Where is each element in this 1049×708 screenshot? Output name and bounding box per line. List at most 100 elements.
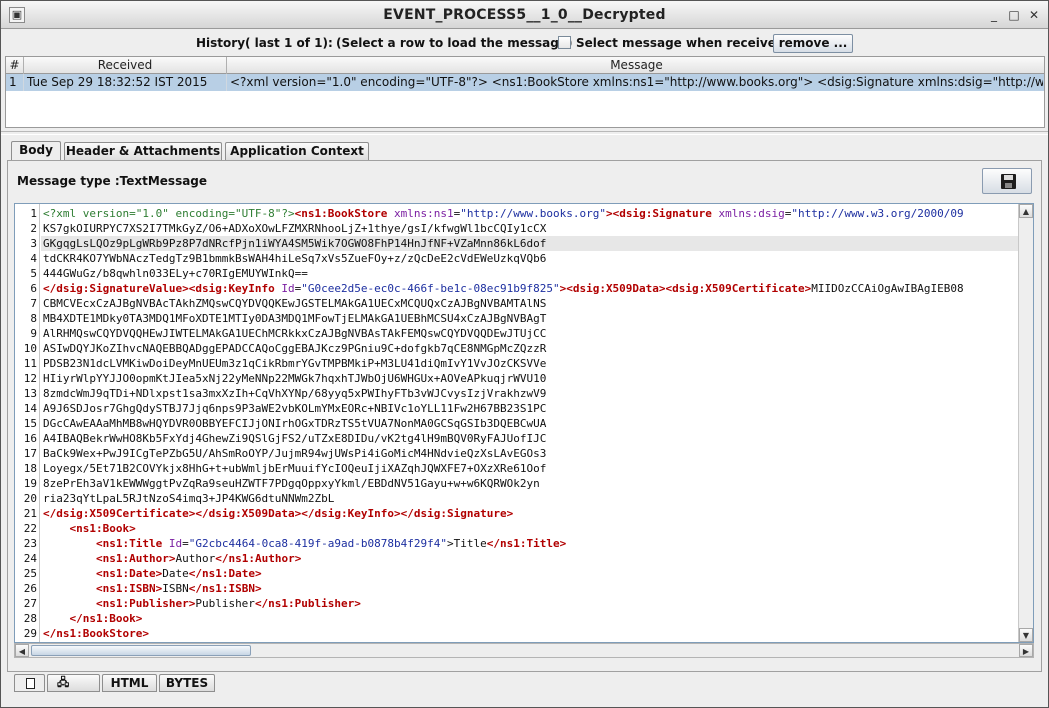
code-line[interactable]: ria23qYtLpaL5RJtNzoS4imq3+JP4KWG6dtuNNWm…	[41, 491, 1018, 506]
xml-editor[interactable]: 1 2 3 4 5 6 7 8 9 10 11 12 13 14 15 16 17 18 19 20 21 22 23 24 2…	[14, 203, 1034, 643]
line-number: 5	[30, 267, 37, 280]
code-line[interactable]: 444GWuGz/b8qwhln033ELy+c70RIgEMUYWInkQ==	[41, 266, 1018, 281]
code-token-tag: <dsig:Signature	[612, 207, 719, 220]
row-message: <?xml version="1.0" encoding="UTF-8"?> <…	[230, 75, 1043, 89]
title-bar: ▣ EVENT_PROCESS5__1_0__Decrypted _ □ ✕	[1, 1, 1048, 29]
code-line[interactable]: ASIwDQYJKoZIhvcNAQEBBQADggEPADCCAQoCggEB…	[41, 341, 1018, 356]
code-token-text: MIIDOzCCAiOgAwIBAgIEB08	[811, 282, 964, 295]
code-line[interactable]: PDSB23N1dcLVMKiwDoiDeyMnUEUm3z1qCikRbmrY…	[41, 356, 1018, 371]
code-token-val: "G0cee2d5e-ec0c-466f-be1c-08ec91b9f825"	[301, 282, 560, 295]
minimize-icon[interactable]: _	[986, 7, 1002, 23]
code-line[interactable]: <ns1:Publisher>Publisher</ns1:Publisher>	[41, 596, 1018, 611]
code-line[interactable]: Loyegx/5Et71B2COVYkjx8HhG+t+ubWmljbErMuu…	[41, 461, 1018, 476]
code-line[interactable]: </ns1:Book>	[41, 611, 1018, 626]
column-header-message[interactable]: Message	[227, 57, 1044, 74]
code-token-text: =	[182, 537, 189, 550]
horizontal-scrollbar[interactable]: ◀ ▶	[14, 643, 1034, 658]
save-button[interactable]	[982, 168, 1032, 194]
column-header-index[interactable]: #	[6, 57, 24, 74]
code-line[interactable]: <ns1:Date>Date</ns1:Date>	[41, 566, 1018, 581]
row-received: Tue Sep 29 18:32:52 IST 2015	[24, 74, 227, 91]
line-number: 18	[23, 462, 37, 475]
code-token-text: 444GWuGz/b8qwhln033ELy+c70RIgEMUYWInkQ==	[43, 267, 308, 280]
remove-button[interactable]: remove ...	[773, 34, 853, 53]
code-line[interactable]: </dsig:X509Certificate></dsig:X509Data><…	[41, 506, 1018, 521]
code-line[interactable]: tdCKR4KO7YWbNAczTedgTz9B1bmmkBsWAH4hiLeS…	[41, 251, 1018, 266]
view-tab-bytes[interactable]: BYTES	[159, 674, 215, 692]
code-line[interactable]: </dsig:SignatureValue><dsig:KeyInfo Id="…	[41, 281, 1018, 296]
close-icon[interactable]: ✕	[1026, 7, 1042, 23]
line-number: 24	[23, 552, 37, 565]
code-token-tag: <ns1:Title	[95, 537, 169, 550]
code-line[interactable]: <ns1:Book>	[41, 521, 1018, 536]
code-token-text: tdCKR4KO7YWbNAczTedgTz9B1bmmkBsWAH4hiLeS…	[43, 252, 547, 265]
code-line[interactable]: CBMCVEcxCzAJBgNVBAcTAkhZMQswCQYDVQQKEwJG…	[41, 296, 1018, 311]
tab-application-context[interactable]: Application Context	[225, 142, 369, 161]
view-tab-tree[interactable]: 🖧	[47, 674, 100, 692]
history-table[interactable]: # Received Message 1 Tue Sep 29 18:32:52…	[5, 56, 1045, 128]
code-line[interactable]: BaCk9Wex+PwJ9ICgTePZbG5U/AhSmRoOYP/JujmR…	[41, 446, 1018, 461]
line-number: 28	[23, 612, 37, 625]
line-number: 27	[23, 597, 37, 610]
code-line[interactable]: <ns1:Title Id="G2cbc4464-0ca8-419f-a9ad-…	[41, 536, 1018, 551]
select-when-received-label[interactable]: Select message when received	[576, 36, 784, 50]
scroll-up-icon[interactable]: ▲	[1019, 204, 1033, 218]
tab-body[interactable]: Body	[11, 141, 61, 161]
floppy-disk-icon	[1001, 174, 1016, 189]
code-line[interactable]: <ns1:ISBN>ISBN</ns1:ISBN>	[41, 581, 1018, 596]
code-line[interactable]: A9J6SDJosr7GhgQdySTBJ7Jjq6nps9P3aWE2vbKO…	[41, 401, 1018, 416]
window-title: EVENT_PROCESS5__1_0__Decrypted	[383, 7, 666, 23]
code-token-text: GKgqgLsLQOz9pLgWRb9Pz8P7dNRcfPjn1iWYA4SM…	[43, 237, 547, 250]
code-line[interactable]: AlRHMQswCQYDVQQHEwJIWTELMAkGA1UEChMCRkkx…	[41, 326, 1018, 341]
line-number: 6	[30, 282, 37, 295]
scroll-left-icon[interactable]: ◀	[15, 644, 29, 657]
code-token-text: Publisher	[195, 597, 255, 610]
code-token-tag: </ns1:Title>	[486, 537, 567, 550]
code-line[interactable]: 8zmdcWmJ9qTDi+NDlxpst1sa3mxXzIh+CqVhXYNp…	[41, 386, 1018, 401]
code-line[interactable]: DGcCAwEAAaMhMB8wHQYDVR0OBBYEFCIJjONIrhOG…	[41, 416, 1018, 431]
code-token-tag: >	[605, 207, 613, 220]
code-token-val: "G2cbc4464-0ca8-419f-a9ad-b0878b4f29f4"	[188, 537, 447, 550]
code-line[interactable]: </ns1:BookStore>	[41, 626, 1018, 641]
code-token-tag: <ns1:Book>	[69, 522, 136, 535]
code-line[interactable]: KS7gkOIURPYC7XS2I7TMkGyZ/O6+ADXoXOwLFZMX…	[41, 221, 1018, 236]
code-token-text: ISBN	[162, 582, 189, 595]
scroll-right-icon[interactable]: ▶	[1019, 644, 1033, 657]
code-line[interactable]: <ns1:Author>Author</ns1:Author>	[41, 551, 1018, 566]
maximize-icon[interactable]: □	[1006, 7, 1022, 23]
horizontal-scroll-thumb[interactable]	[31, 645, 251, 656]
code-area[interactable]: <?xml version="1.0" encoding="UTF-8"?><n…	[41, 204, 1018, 642]
code-line[interactable]: GKgqgLsLQOz9pLgWRb9Pz8P7dNRcfPjn1iWYA4SM…	[41, 236, 1018, 251]
code-token-text: AlRHMQswCQYDVQQHEwJIWTELMAkGA1UEChMCRkkx…	[43, 327, 547, 340]
code-line[interactable]: MB4XDTE1MDky0TA3MDQ1MFoXDTE1MTIy0DA3MDQ1…	[41, 311, 1018, 326]
code-token-text: ASIwDQYJKoZIhvcNAQEBBQADggEPADCCAQoCggEB…	[43, 342, 547, 355]
column-header-received[interactable]: Received	[24, 57, 227, 74]
view-tab-document[interactable]	[14, 674, 45, 692]
line-number: 7	[30, 297, 37, 310]
row-index: 1	[6, 74, 24, 91]
line-number: 19	[23, 477, 37, 490]
line-number: 12	[23, 372, 37, 385]
line-number: 26	[23, 582, 37, 595]
line-number: 20	[23, 492, 37, 505]
code-token-tag: <ns1:ISBN>	[95, 582, 163, 595]
scroll-down-icon[interactable]: ▼	[1019, 628, 1033, 642]
table-row[interactable]: 1 Tue Sep 29 18:32:52 IST 2015 <?xml ver…	[6, 74, 1044, 91]
line-number: 14	[23, 402, 37, 415]
line-number-gutter: 1 2 3 4 5 6 7 8 9 10 11 12 13 14 15 16 17 18 19 20 21 22 23 24 2…	[15, 204, 40, 642]
line-number: 17	[23, 447, 37, 460]
code-line[interactable]: <?xml version="1.0" encoding="UTF-8"?><n…	[41, 206, 1018, 221]
tab-header-attachments[interactable]: Header & Attachments	[64, 142, 222, 161]
code-token-text: Author	[175, 552, 216, 565]
line-number: 22	[23, 522, 37, 535]
code-line[interactable]: A4IBAQBekrWwHO8Kb5FxYdj4GhewZi9QSlGjFS2/…	[41, 431, 1018, 446]
select-when-received-checkbox[interactable]	[558, 36, 571, 49]
vertical-scrollbar[interactable]: ▲ ▼	[1018, 204, 1033, 642]
code-line[interactable]: 8zePrEh3aV1kEWWWggtPvZqRa9seuHZWTF7PDgqO…	[41, 476, 1018, 491]
code-line[interactable]: HIiyrWlpYYJJO0opmKtJIea5xNj22yMeNNp22MWG…	[41, 371, 1018, 386]
split-divider[interactable]	[1, 131, 1048, 135]
view-tab-html[interactable]: HTML	[102, 674, 157, 692]
code-token-tag: </dsig:SignatureValue>	[43, 282, 189, 295]
